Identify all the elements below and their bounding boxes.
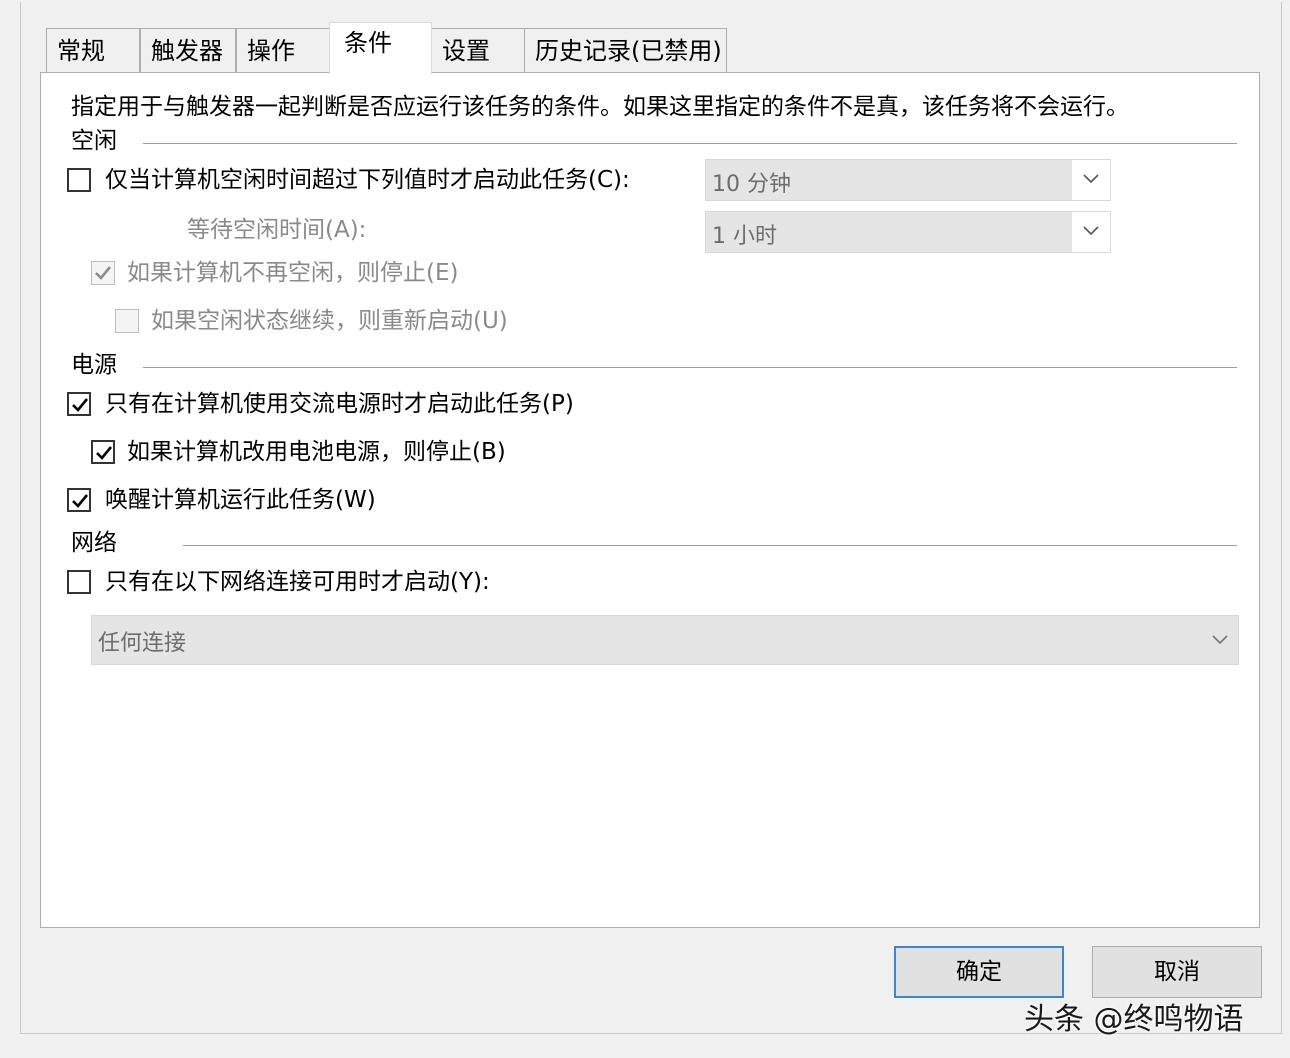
wait-duration-value: 1 小时 [712, 224, 777, 249]
section-divider [143, 367, 1237, 368]
dropdown-button[interactable] [1071, 212, 1110, 252]
checkmark-icon [72, 398, 89, 412]
network-condition-checkbox[interactable] [67, 570, 91, 594]
cancel-button[interactable]: 取消 [1092, 946, 1262, 998]
chevron-down-icon [1083, 174, 1099, 184]
chevron-down-icon [1212, 635, 1228, 645]
start-if-idle-checkbox[interactable] [67, 168, 91, 192]
description-text: 指定用于与触发器一起判断是否应运行该任务的条件。如果这里指定的条件不是真，该任务… [71, 94, 1129, 120]
tab-label: 条件 [344, 29, 392, 57]
start-if-idle-label: 仅当计算机空闲时间超过下列值时才启动此任务(C): [105, 167, 630, 193]
network-connection-value: 任何连接 [98, 631, 187, 656]
watermark-text: 头条 @终鸣物语 [1024, 1002, 1244, 1037]
stop-on-battery-checkbox[interactable] [91, 440, 115, 464]
section-label-idle: 空闲 [71, 128, 117, 154]
tab-history[interactable]: 历史记录(已禁用) [524, 28, 727, 72]
stop-if-not-idle-label: 如果计算机不再空闲，则停止(E) [127, 260, 459, 286]
tab-conditions[interactable]: 条件 [329, 22, 432, 74]
idle-duration-select[interactable]: 10 分钟 [705, 159, 1111, 201]
wait-duration-select[interactable]: 1 小时 [705, 211, 1111, 253]
stop-on-battery-label: 如果计算机改用电池电源，则停止(B) [127, 439, 506, 465]
checkmark-icon [95, 266, 112, 280]
checkmark-icon [96, 446, 113, 460]
restart-if-idle-checkbox[interactable] [115, 309, 139, 333]
section-label-network: 网络 [71, 530, 117, 556]
tab-triggers[interactable]: 触发器 [140, 28, 236, 72]
checkmark-icon [72, 494, 89, 508]
ok-button[interactable]: 确定 [894, 946, 1064, 998]
dropdown-button[interactable] [1071, 160, 1110, 200]
section-divider [183, 545, 1237, 546]
tab-label: 常规 [57, 37, 105, 65]
tab-label: 设置 [442, 37, 490, 65]
ac-power-only-checkbox[interactable] [67, 392, 91, 416]
restart-if-idle-label: 如果空闲状态继续，则重新启动(U) [151, 308, 508, 334]
tab-actions[interactable]: 操作 [236, 28, 330, 72]
section-label-power: 电源 [71, 352, 117, 378]
tab-general[interactable]: 常规 [46, 28, 140, 72]
conditions-panel: 指定用于与触发器一起判断是否应运行该任务的条件。如果这里指定的条件不是真，该任务… [40, 72, 1260, 928]
ac-power-only-label: 只有在计算机使用交流电源时才启动此任务(P) [105, 391, 574, 417]
tab-label: 操作 [247, 37, 295, 65]
idle-duration-value: 10 分钟 [712, 172, 791, 197]
tab-label: 触发器 [151, 37, 223, 65]
wake-to-run-label: 唤醒计算机运行此任务(W) [105, 487, 376, 513]
wake-to-run-checkbox[interactable] [67, 488, 91, 512]
tab-settings[interactable]: 设置 [431, 28, 525, 72]
tab-label: 历史记录(已禁用) [535, 37, 722, 65]
network-connection-select[interactable]: 任何连接 [91, 615, 1239, 665]
network-condition-label: 只有在以下网络连接可用时才启动(Y): [105, 569, 490, 595]
stop-if-not-idle-checkbox[interactable] [91, 261, 115, 285]
section-divider [143, 143, 1237, 144]
wait-idle-label: 等待空闲时间(A): [187, 217, 367, 243]
chevron-down-icon [1083, 226, 1099, 236]
